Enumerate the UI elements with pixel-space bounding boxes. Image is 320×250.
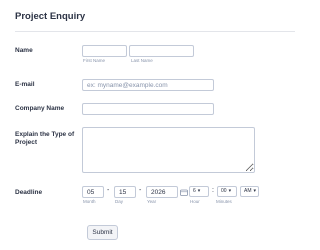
chevron-down-icon: ▾	[228, 188, 232, 194]
company-name-input[interactable]	[82, 103, 214, 115]
deadline-hour-select[interactable]: 6 ▾	[189, 186, 209, 197]
day-sublabel: Day	[115, 199, 124, 204]
email-field[interactable]	[82, 79, 214, 91]
time-separator: :	[212, 187, 214, 194]
date-separator: -	[107, 187, 110, 194]
hour-value: 6	[193, 188, 196, 194]
year-sublabel: Year	[147, 199, 157, 204]
project-type-textarea[interactable]	[82, 127, 255, 173]
chevron-down-icon: ▾	[197, 188, 201, 194]
first-name-sublabel: First Name	[83, 58, 106, 63]
email-label: E-mail	[15, 81, 35, 88]
deadline-day-input[interactable]	[114, 186, 136, 198]
deadline-month-input[interactable]	[82, 186, 104, 198]
hour-sublabel: Hour	[190, 199, 200, 204]
company-name-label: Company Name	[15, 105, 65, 112]
first-name-input[interactable]	[82, 45, 127, 57]
minutes-value: 00	[221, 188, 227, 194]
date-separator: -	[139, 187, 142, 194]
title-divider	[15, 31, 295, 32]
deadline-label: Deadline	[15, 189, 43, 196]
ampm-value: AM	[244, 188, 252, 194]
month-sublabel: Month	[83, 199, 96, 204]
name-label: Name	[15, 47, 33, 54]
chevron-down-icon: ▾	[253, 188, 257, 194]
submit-button[interactable]: Submit	[87, 225, 118, 240]
last-name-input[interactable]	[129, 45, 194, 57]
calendar-icon[interactable]	[180, 189, 188, 196]
deadline-ampm-select[interactable]: AM ▾	[240, 186, 259, 197]
minutes-sublabel: Minutes	[216, 199, 232, 204]
project-type-label: Explain the Type of Project	[15, 131, 75, 146]
deadline-minutes-select[interactable]: 00 ▾	[217, 186, 237, 197]
deadline-year-input[interactable]	[146, 186, 178, 198]
form-title: Project Enquiry	[15, 11, 86, 22]
last-name-sublabel: Last Name	[131, 58, 153, 63]
